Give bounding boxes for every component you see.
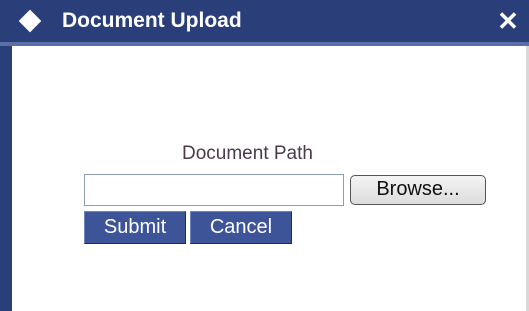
document-upload-window: Document Upload ✕ Document Path Browse..… (0, 0, 529, 311)
document-path-label: Document Path (182, 143, 313, 164)
title-bar[interactable]: Document Upload ✕ (0, 0, 529, 46)
close-icon[interactable]: ✕ (495, 6, 521, 36)
window-title: Document Upload (62, 9, 242, 32)
diamond-icon (18, 9, 42, 33)
cancel-button[interactable]: Cancel (190, 211, 292, 244)
submit-button[interactable]: Submit (84, 211, 186, 244)
document-path-input[interactable] (84, 174, 344, 206)
browse-button[interactable]: Browse... (350, 175, 486, 205)
window-left-border (0, 46, 12, 311)
